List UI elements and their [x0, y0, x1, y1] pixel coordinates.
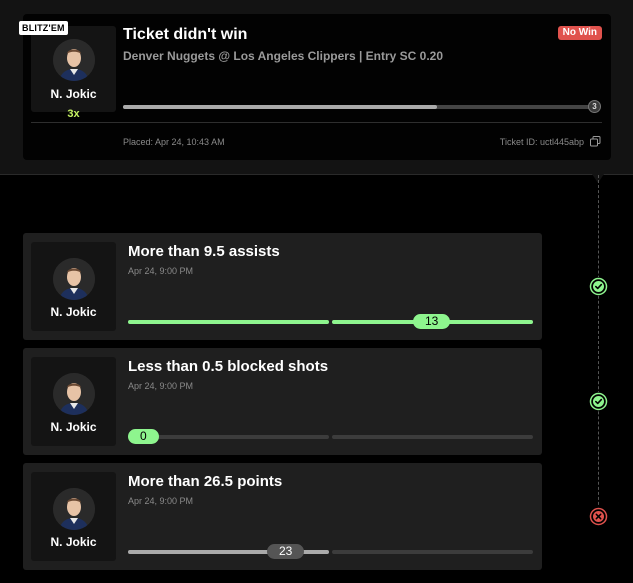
player-name: N. Jokic — [50, 305, 97, 319]
leg-time: Apr 24, 9:00 PM — [128, 381, 194, 391]
player-avatar — [53, 39, 95, 81]
leg-card[interactable]: N. Jokic More than 9.5 assists Apr 24, 9… — [23, 233, 542, 340]
divider — [31, 122, 602, 123]
player-avatar — [53, 258, 95, 300]
player-name: N. Jokic — [50, 535, 97, 549]
player-card: N. Jokic 3x — [31, 26, 116, 120]
player-name: N. Jokic — [50, 420, 97, 434]
ticket-title: Ticket didn't win — [123, 26, 248, 43]
status-badge: No Win — [557, 26, 602, 40]
player-headshot-icon — [53, 39, 95, 81]
progress-segment-right — [332, 550, 533, 554]
placed-timestamp: Placed: Apr 24, 10:43 AM — [123, 137, 225, 147]
legs-count-badge: 3 — [588, 100, 601, 113]
payout-multiplier: 3x — [67, 108, 80, 120]
copy-icon[interactable] — [590, 136, 601, 147]
player-card: N. Jokic — [31, 472, 116, 561]
leg-card[interactable]: N. Jokic Less than 0.5 blocked shots Apr… — [23, 348, 542, 455]
x-circle-icon — [589, 507, 608, 526]
leg-card[interactable]: N. Jokic More than 26.5 points Apr 24, 9… — [23, 463, 542, 570]
check-circle-icon — [589, 392, 608, 411]
stat-value-pill: 13 — [413, 314, 451, 329]
ticket-summary-card[interactable]: N. Jokic 3x Ticket didn't win Denver Nug… — [23, 14, 611, 160]
timeline-line — [598, 175, 599, 520]
player-headshot-icon — [53, 258, 95, 300]
player-avatar — [53, 373, 95, 415]
player-card: N. Jokic — [31, 357, 116, 446]
player-card: N. Jokic — [31, 242, 116, 331]
ticket-progress-fill — [123, 105, 437, 109]
player-avatar — [53, 488, 95, 530]
ticket-id: Ticket ID: uctl445abp — [499, 137, 584, 147]
progress-segment-left — [128, 320, 329, 324]
leg-time: Apr 24, 9:00 PM — [128, 496, 194, 506]
stat-value-pill: 23 — [267, 544, 305, 559]
leg-time: Apr 24, 9:00 PM — [128, 266, 194, 276]
progress-fill — [128, 320, 329, 324]
leg-title: More than 26.5 points — [128, 473, 283, 490]
progress-segment-right — [332, 435, 533, 439]
leg-title: More than 9.5 assists — [128, 243, 280, 260]
check-circle-icon — [589, 277, 608, 296]
leg-title: Less than 0.5 blocked shots — [128, 358, 329, 375]
stat-value-pill: 0 — [128, 429, 159, 444]
ticket-subtitle: Denver Nuggets @ Los Angeles Clippers | … — [123, 49, 444, 63]
player-headshot-icon — [53, 373, 95, 415]
game-mode-badge: BLITZ'EM — [19, 21, 68, 35]
player-headshot-icon — [53, 488, 95, 530]
ticket-progress-bar — [123, 105, 591, 109]
player-name: N. Jokic — [50, 87, 97, 101]
